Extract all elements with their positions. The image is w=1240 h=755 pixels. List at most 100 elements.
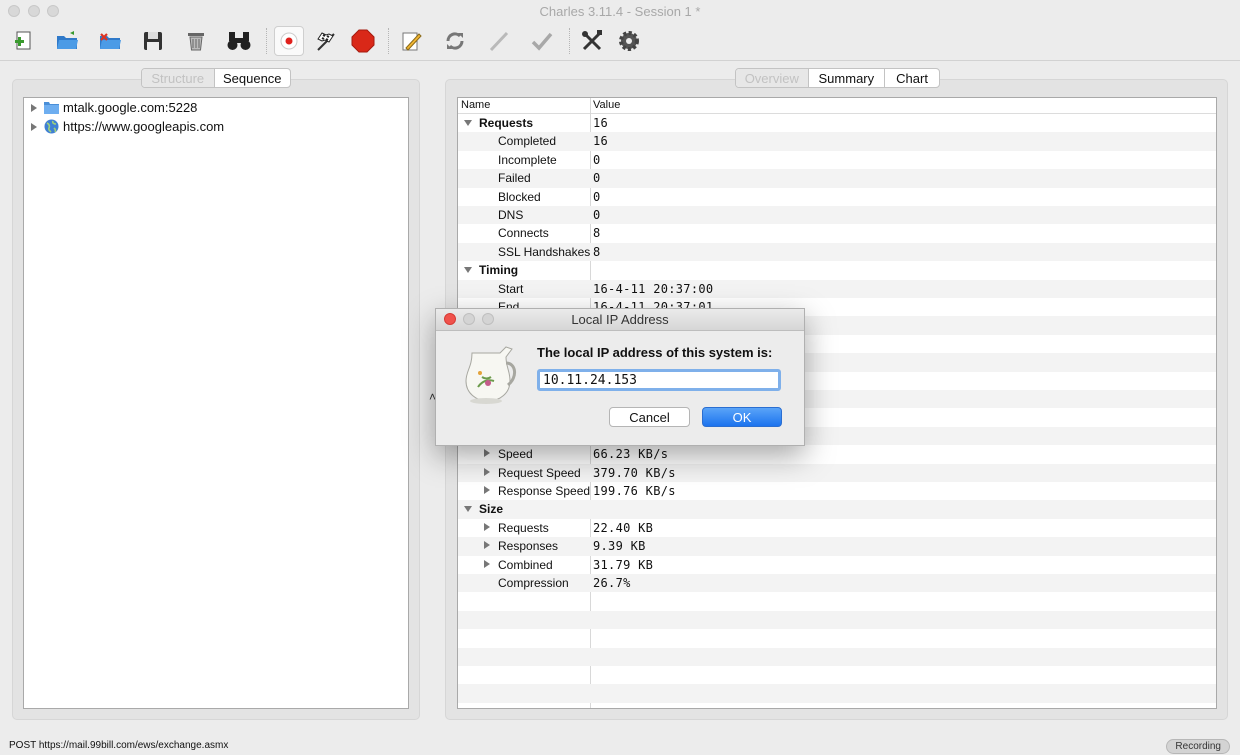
table-row[interactable]: Responses 9.39 KB [458, 537, 1216, 556]
throttle-button[interactable] [311, 26, 341, 56]
dialog-title-bar: Local IP Address [436, 309, 804, 331]
row-value: 0 [593, 171, 601, 186]
dialog-message: The local IP address of this system is: [537, 345, 773, 360]
tab-structure[interactable]: Structure [142, 69, 215, 87]
disabled-pencil-icon [489, 31, 509, 52]
expand-arrow-icon[interactable] [31, 122, 37, 131]
row-name: Completed [498, 134, 557, 149]
table-row[interactable] [458, 703, 1216, 708]
row-value: 31.79 KB [593, 557, 654, 572]
breakpoints-button[interactable] [348, 26, 378, 56]
table-row[interactable]: Requests 16 [458, 114, 1216, 132]
table-row[interactable] [458, 647, 1216, 666]
row-name: Combined [498, 557, 553, 572]
clear-session-button[interactable] [181, 26, 211, 56]
row-value: 9.39 KB [593, 539, 646, 554]
column-header-value[interactable]: Value [593, 99, 620, 111]
tree-item-mtalk[interactable]: mtalk.google.com:5228 [24, 98, 197, 117]
table-row[interactable] [458, 629, 1216, 647]
repeat-button[interactable] [440, 26, 470, 56]
row-value: 379.70 KB/s [593, 465, 676, 480]
expand-arrow-icon[interactable] [484, 467, 490, 476]
table-row[interactable]: Size [458, 500, 1216, 519]
row-value: 8 [593, 226, 601, 241]
expand-arrow-icon[interactable] [484, 541, 490, 550]
table-row[interactable]: Start 16-4-11 20:37:00 [458, 279, 1216, 298]
left-view-tabs: Structure Sequence [141, 68, 291, 88]
validate-button[interactable] [527, 26, 557, 56]
row-value: 16-4-11 20:37:00 [593, 281, 714, 296]
settings-button[interactable] [614, 26, 644, 56]
globe-icon [44, 119, 59, 134]
expand-arrow-icon[interactable] [484, 559, 490, 568]
row-value: 199.76 KB/s [593, 484, 676, 498]
table-row[interactable]: DNS 0 [458, 206, 1216, 225]
tools-button[interactable] [577, 26, 607, 56]
table-row[interactable] [458, 610, 1216, 630]
row-value: 16 [593, 116, 609, 130]
row-name: Connects [498, 226, 549, 241]
table-row[interactable]: Completed 16 [458, 132, 1216, 151]
table-row[interactable] [458, 592, 1216, 610]
edit-disabled-button[interactable] [484, 26, 514, 56]
open-folder-icon [57, 31, 78, 49]
tree-item-googleapis[interactable]: https://www.googleapis.com [24, 117, 224, 136]
pitcher-icon [465, 346, 516, 404]
table-row[interactable] [458, 684, 1216, 703]
collapse-arrow-icon[interactable] [464, 267, 472, 274]
tools-icon [582, 30, 602, 51]
find-button[interactable] [224, 26, 254, 56]
recording-badge[interactable]: Recording [1166, 739, 1230, 754]
table-row[interactable]: Request Speed 379.70 KB/s [458, 463, 1216, 482]
table-row[interactable]: Timing [458, 261, 1216, 279]
table-row[interactable]: Requests 22.40 KB [458, 519, 1216, 537]
settings-gear-icon [619, 31, 639, 51]
expand-arrow-icon[interactable] [484, 486, 490, 494]
tab-summary[interactable]: Summary [809, 69, 886, 87]
expand-arrow-icon[interactable] [484, 522, 490, 531]
row-name: Responses [498, 539, 559, 554]
table-row[interactable]: Connects 8 [458, 224, 1216, 242]
table-row[interactable]: SSL Handshakes 8 [458, 242, 1216, 262]
edit-pencil-icon [402, 32, 422, 51]
row-name: Failed [498, 171, 531, 186]
row-value: 26.7% [593, 576, 631, 590]
cancel-button[interactable]: Cancel [609, 407, 690, 427]
tab-sequence[interactable]: Sequence [215, 69, 290, 87]
collapse-arrow-icon[interactable] [464, 120, 472, 126]
repeat-icon [446, 32, 464, 50]
tab-overview[interactable]: Overview [736, 69, 809, 87]
status-bar: POST https://mail.99bill.com/ews/exchang… [0, 737, 1240, 755]
title-bar: Charles 3.11.4 - Session 1 * [0, 0, 1240, 22]
save-session-button[interactable] [138, 26, 168, 56]
table-row[interactable]: Failed 0 [458, 169, 1216, 188]
right-view-tabs: Overview Summary Chart [735, 68, 940, 88]
table-header: Name Value [458, 98, 1216, 114]
record-toggle-button[interactable] [274, 26, 304, 56]
close-session-button[interactable] [95, 26, 125, 56]
ok-button[interactable]: OK [702, 407, 782, 427]
status-last-request: POST https://mail.99bill.com/ews/exchang… [9, 740, 229, 751]
column-header-name[interactable]: Name [461, 99, 490, 111]
expand-arrow-icon[interactable] [484, 449, 490, 458]
ip-address-field[interactable] [537, 369, 781, 391]
collapse-arrow-icon[interactable] [464, 506, 472, 513]
table-row[interactable]: Response Speed 199.76 KB/s [458, 482, 1216, 500]
table-row[interactable] [458, 666, 1216, 684]
dialog-title: Local IP Address [571, 312, 669, 327]
tab-chart[interactable]: Chart [885, 69, 939, 87]
table-row[interactable]: Combined 31.79 KB [458, 556, 1216, 574]
local-ip-dialog: Local IP Address The local IP address of… [435, 308, 805, 446]
compose-button[interactable] [397, 26, 427, 56]
table-row[interactable]: Speed 66.23 KB/s [458, 445, 1216, 463]
table-row[interactable]: Compression 26.7% [458, 574, 1216, 593]
row-name: SSL Handshakes [498, 244, 591, 259]
open-session-button[interactable] [52, 26, 82, 56]
table-row[interactable]: Incomplete 0 [458, 151, 1216, 169]
row-value: 8 [593, 244, 601, 259]
table-row[interactable]: Blocked 0 [458, 188, 1216, 206]
tree-item-label: mtalk.google.com:5228 [63, 100, 198, 115]
expand-arrow-icon[interactable] [31, 103, 37, 112]
new-session-button[interactable] [9, 26, 39, 56]
sequence-tree: mtalk.google.com:5228 https://www.google… [23, 97, 409, 709]
